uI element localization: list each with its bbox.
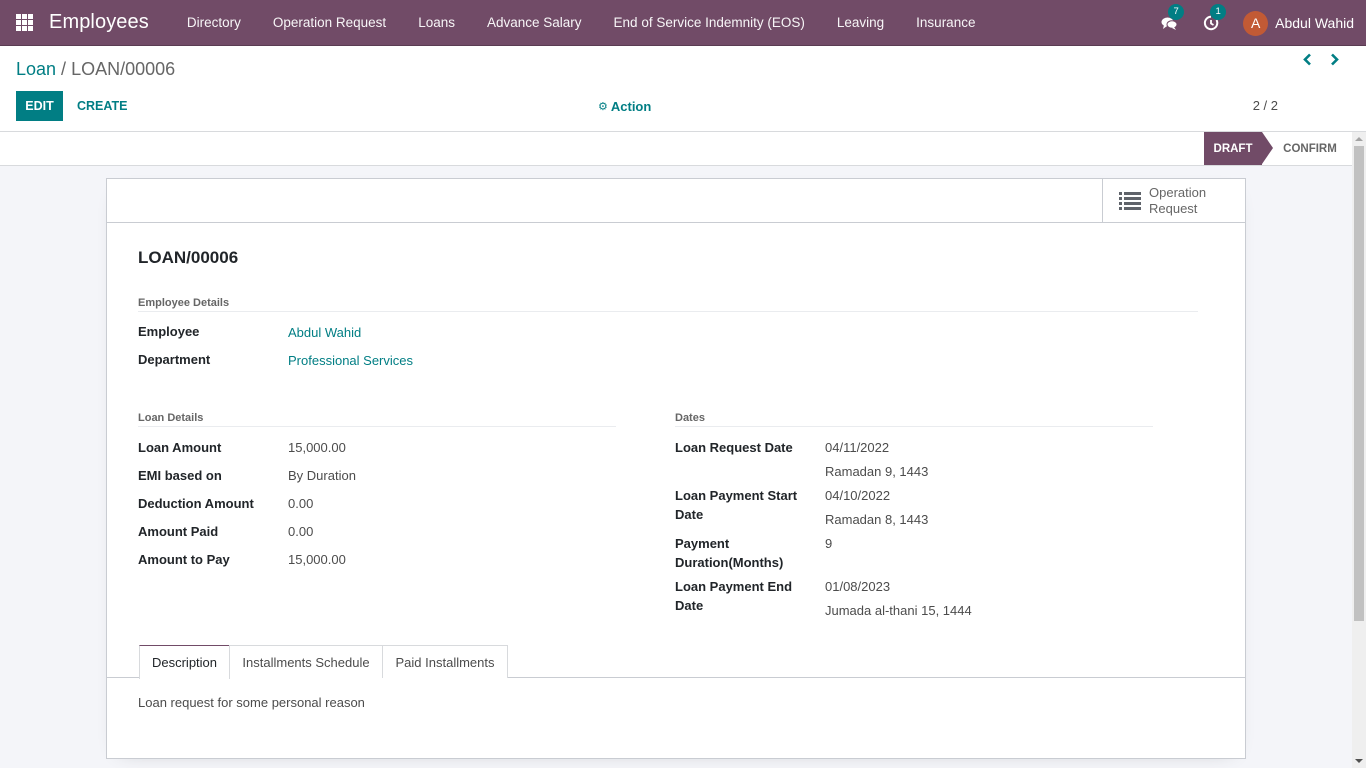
- menu-item-advance-salary[interactable]: Advance Salary: [471, 15, 598, 30]
- payment-duration-label-line-1: Payment: [675, 536, 730, 551]
- loan-payment-start-date-label-line-2: Date: [675, 507, 704, 522]
- payment-duration-value: 9: [825, 536, 833, 551]
- status-draft-arrow: [1262, 132, 1273, 164]
- app-title[interactable]: Employees: [49, 11, 149, 34]
- activities-button[interactable]: 1: [1201, 4, 1227, 33]
- deduction-amount-value: 0.00: [288, 496, 314, 511]
- breadcrumb: Loan / LOAN/00006: [16, 59, 175, 80]
- operation-request-smart-button[interactable]: Operation Request: [1102, 179, 1245, 222]
- emi-based-on-label: EMI based on: [138, 468, 222, 483]
- chevron-right-icon: [1331, 53, 1339, 65]
- amount-paid-label: Amount Paid: [138, 524, 219, 539]
- amount-paid-value: 0.00: [288, 524, 314, 539]
- notebook-tabs: Description Installments Schedule Paid I…: [107, 645, 1245, 679]
- employee-value-link[interactable]: Abdul Wahid: [288, 323, 361, 342]
- gear-icon: ⚙: [598, 101, 608, 113]
- loan-payment-start-date-label-line-1: Loan Payment Start: [675, 488, 798, 503]
- menu-item-directory[interactable]: Directory: [171, 15, 257, 30]
- menu-item-eos[interactable]: End of Service Indemnity (EOS): [598, 15, 821, 30]
- loan-payment-end-date-value: 01/08/2023: [825, 579, 891, 594]
- status-draft[interactable]: DRAFT: [1204, 132, 1262, 165]
- menu-item-insurance[interactable]: Insurance: [900, 15, 991, 30]
- avatar: A: [1243, 10, 1269, 36]
- tab-paid-installments[interactable]: Paid Installments: [382, 645, 508, 678]
- messages-button[interactable]: 7: [1159, 4, 1185, 33]
- pager-value[interactable]: 2 / 2: [1253, 98, 1278, 113]
- smart-button-label-line-1: Operation: [1149, 184, 1207, 200]
- menu-item-operation-request[interactable]: Operation Request: [257, 15, 402, 30]
- loan-payment-start-date-hijri: Ramadan 8, 1443: [825, 512, 929, 527]
- activities-count-badge: 1: [1210, 4, 1227, 20]
- smart-button-label: Operation Request: [1149, 185, 1206, 217]
- breadcrumb-separator: /: [56, 59, 72, 79]
- loan-payment-end-date-label-line-1: Loan Payment End: [675, 579, 793, 594]
- deduction-amount-label: Deduction Amount: [138, 496, 254, 511]
- payment-duration-label-line-2: Duration(Months): [675, 555, 784, 570]
- scroll-down-arrow-icon[interactable]: [1355, 759, 1363, 763]
- department-label: Department: [138, 352, 211, 367]
- action-label: Action: [610, 99, 652, 114]
- description-text: Loan request for some personal reason: [138, 695, 365, 710]
- systray: 7 1 A Abdul Wahid: [1159, 0, 1366, 46]
- scroll-up-arrow-icon[interactable]: [1355, 137, 1363, 141]
- apps-menu-icon[interactable]: [16, 14, 33, 31]
- department-value-link[interactable]: Professional Services: [288, 351, 413, 370]
- tab-description[interactable]: Description: [139, 645, 230, 679]
- main-menu: Directory Operation Request Loans Advanc…: [171, 15, 992, 30]
- employee-details-group-title: Employee Details: [138, 297, 1198, 312]
- loan-request-date-value: 04/11/2022: [825, 440, 890, 455]
- button-box: Operation Request: [107, 179, 1245, 223]
- dates-group-title: Dates: [675, 412, 1153, 427]
- user-name: Abdul Wahid: [1275, 15, 1354, 31]
- employee-label: Employee: [138, 324, 200, 339]
- edit-button[interactable]: EDIT: [16, 91, 63, 121]
- loan-amount-label: Loan Amount: [138, 440, 222, 455]
- action-menu-button[interactable]: ⚙ Action: [598, 99, 651, 114]
- control-panel: Loan / LOAN/00006 EDIT CREATE ⚙ Action 2…: [0, 46, 1366, 132]
- smart-button-label-line-2: Request: [1149, 200, 1198, 216]
- loan-amount-value: 15,000.00: [288, 440, 346, 455]
- messages-count-badge: 7: [1168, 4, 1185, 20]
- pager-next-button[interactable]: [1326, 49, 1344, 69]
- loan-payment-start-date-value: 04/10/2022: [825, 488, 891, 503]
- loan-details-group-title: Loan Details: [138, 412, 616, 427]
- loan-payment-end-date-label-line-2: Date: [675, 598, 704, 613]
- menu-item-loans[interactable]: Loans: [402, 15, 471, 30]
- amount-to-pay-value: 15,000.00: [288, 552, 346, 567]
- breadcrumb-loan-link[interactable]: Loan: [16, 59, 56, 79]
- amount-to-pay-label: Amount to Pay: [138, 552, 230, 567]
- menu-item-leaving[interactable]: Leaving: [821, 15, 900, 30]
- emi-based-on-value: By Duration: [288, 468, 356, 483]
- breadcrumb-current: LOAN/00006: [71, 59, 176, 79]
- loan-request-date-hijri: Ramadan 9, 1443: [825, 464, 929, 479]
- status-confirm[interactable]: CONFIRM: [1276, 132, 1344, 165]
- form-sheet: Operation Request LOAN/00006 Employee De…: [106, 178, 1246, 759]
- tab-installments-schedule[interactable]: Installments Schedule: [229, 645, 383, 678]
- top-navbar: Employees Directory Operation Request Lo…: [0, 0, 1366, 46]
- pager-previous-button[interactable]: [1298, 49, 1316, 69]
- list-icon: [1119, 191, 1141, 210]
- loan-request-date-label: Loan Request Date: [675, 440, 793, 455]
- scroll-thumb[interactable]: [1354, 146, 1364, 621]
- loan-payment-end-date-hijri: Jumada al-thani 15, 1444: [825, 603, 972, 618]
- vertical-scrollbar[interactable]: [1352, 132, 1366, 768]
- user-menu[interactable]: A Abdul Wahid: [1243, 10, 1354, 36]
- create-button[interactable]: CREATE: [77, 91, 127, 121]
- chevron-left-icon: [1303, 53, 1311, 65]
- status-bar: DRAFT CONFIRM: [0, 132, 1352, 166]
- record-title: LOAN/00006: [138, 248, 239, 267]
